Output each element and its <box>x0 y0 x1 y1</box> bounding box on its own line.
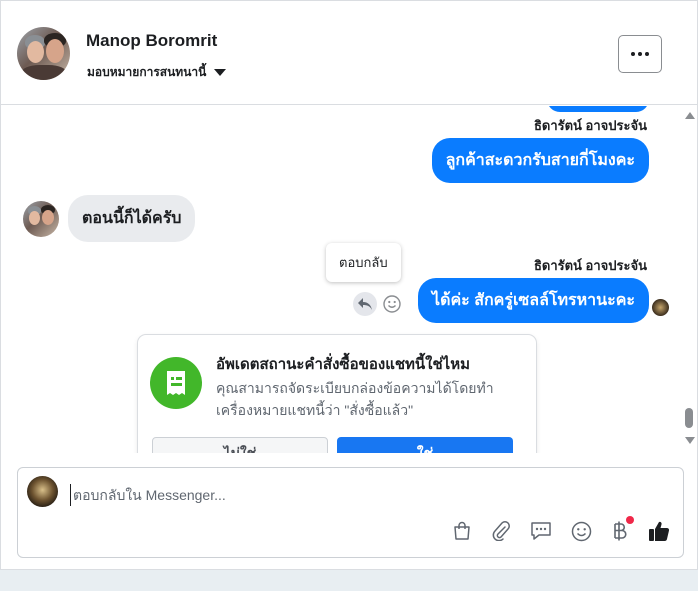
outgoing-message[interactable]: ได้ค่ะ สักครู่เซลล์โทรหานะคะ <box>418 278 649 323</box>
outgoing-message[interactable]: ลูกค้าสะดวกรับสายกี่โมงคะ <box>431 138 649 183</box>
message-composer <box>17 467 684 558</box>
thumbs-up-icon[interactable] <box>647 519 671 543</box>
assign-label: มอบหมายการสนทนานี้ <box>87 65 207 79</box>
saved-reply-icon[interactable] <box>529 519 553 543</box>
scroll-up-arrow-icon[interactable] <box>685 112 695 119</box>
reply-input[interactable] <box>70 484 650 506</box>
no-button[interactable]: ไม่ใช่ <box>152 437 328 453</box>
notification-dot <box>626 516 634 524</box>
reply-icon[interactable] <box>353 292 377 316</box>
scroll-down-arrow-icon[interactable] <box>685 437 695 444</box>
yes-button[interactable]: ใช่ <box>337 437 513 453</box>
card-title: อัพเดตสถานะคำสั่งซื้อของแชทนี้ใช่ไหม <box>216 356 471 373</box>
page-avatar <box>27 476 58 507</box>
shopping-bag-icon[interactable] <box>450 519 474 543</box>
sender-name: ธิดารัตน์ อาจประจัน <box>533 118 647 133</box>
react-emoji-icon[interactable] <box>381 293 403 315</box>
order-status-card: อัพเดตสถานะคำสั่งซื้อของแชทนี้ใช่ไหม คุณ… <box>138 335 536 453</box>
previous-message-bubble[interactable] <box>547 106 649 112</box>
emoji-icon[interactable] <box>569 519 593 543</box>
contact-name[interactable]: Manop Boromrit <box>86 31 217 51</box>
attachment-icon[interactable] <box>489 519 513 543</box>
card-description: คุณสามารถจัดระเบียบกล่องข้อความได้โดยทำเ… <box>216 380 494 418</box>
conversation-header: Manop Boromrit มอบหมายการสนทนานี้ <box>1 1 697 105</box>
chat-panel: Manop Boromrit มอบหมายการสนทนานี้ ธิดารั… <box>0 0 698 570</box>
contact-avatar[interactable] <box>17 27 70 80</box>
seen-indicator-avatar <box>652 299 669 316</box>
caret-down-icon <box>214 69 227 76</box>
more-dot-icon <box>645 52 649 56</box>
message-list[interactable]: ธิดารัตน์ อาจประจัน ลูกค้าสะดวกรับสายกี่… <box>1 106 681 453</box>
assign-conversation-dropdown[interactable]: มอบหมายการสนทนานี้ <box>87 63 227 82</box>
more-dot-icon <box>631 52 635 56</box>
sender-name: ธิดารัตน์ อาจประจัน <box>533 258 647 273</box>
scroll-thumb[interactable] <box>685 408 693 428</box>
reply-tooltip: ตอบกลับ <box>326 243 401 282</box>
order-receipt-icon <box>150 357 202 409</box>
incoming-message[interactable]: ตอนนี้ก็ได้ครับ <box>68 195 196 242</box>
message-scrollbar[interactable] <box>683 106 697 453</box>
more-options-button[interactable] <box>618 35 662 73</box>
contact-avatar-small[interactable] <box>23 201 59 237</box>
more-dot-icon <box>638 52 642 56</box>
